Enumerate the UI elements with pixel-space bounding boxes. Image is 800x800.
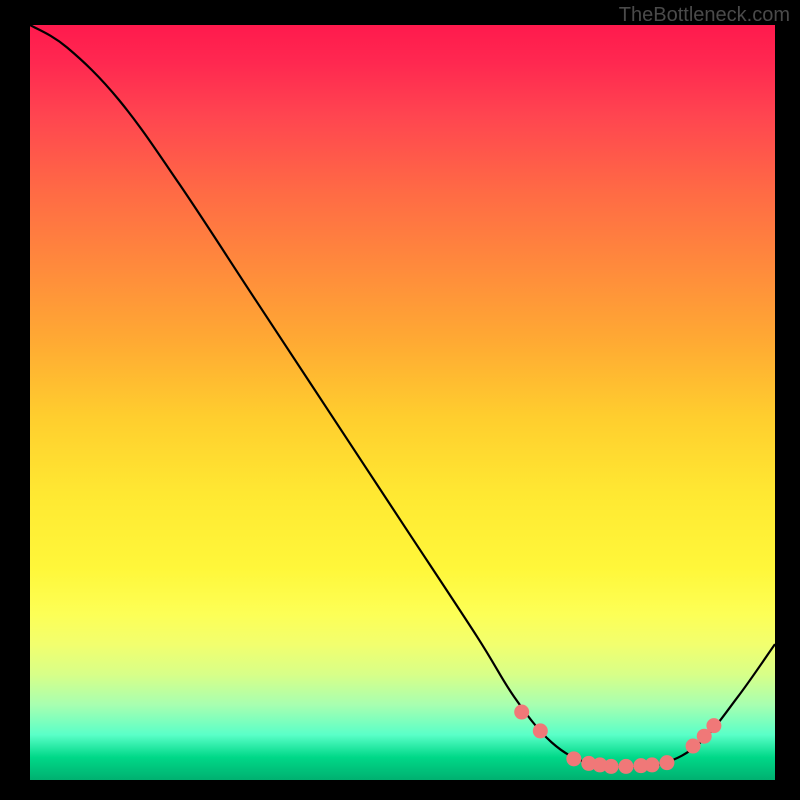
bottleneck-curve [30, 25, 775, 767]
highlight-marker [706, 718, 721, 733]
chart-plot-area [30, 25, 775, 780]
highlight-marker [514, 705, 529, 720]
highlight-marker [604, 759, 619, 774]
highlight-marker [533, 723, 548, 738]
highlight-marker [566, 751, 581, 766]
highlight-marker [619, 759, 634, 774]
highlight-markers [514, 705, 721, 774]
highlight-marker [659, 755, 674, 770]
chart-svg [30, 25, 775, 780]
highlight-marker [645, 757, 660, 772]
watermark-text: TheBottleneck.com [619, 4, 790, 27]
